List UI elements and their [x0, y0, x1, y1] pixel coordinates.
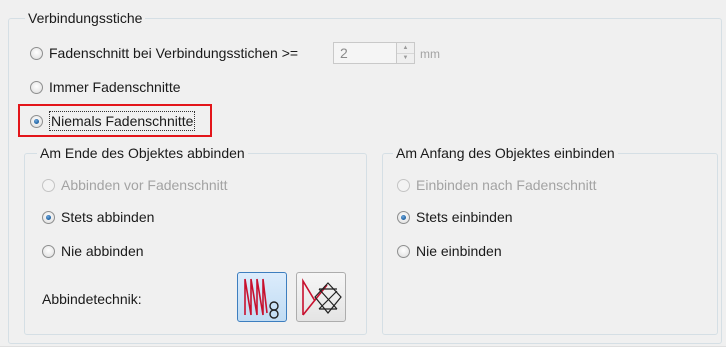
radio-label: Stets einbinden [416, 209, 513, 225]
spinner-buttons[interactable]: ▲ ▼ [397, 42, 415, 64]
radio-tie-off-before-cut: Abbinden vor Fadenschnitt [42, 176, 228, 194]
spin-up-icon[interactable]: ▲ [397, 43, 414, 53]
tie-off-cross-stitch-icon [302, 278, 342, 316]
spin-down-icon[interactable]: ▼ [397, 52, 414, 64]
radio-button-selected[interactable] [397, 210, 410, 224]
radio-never-cut[interactable]: Niemals Fadenschnitte [30, 111, 196, 131]
radio-label: Stets abbinden [61, 209, 155, 225]
radio-label: Fadenschnitt bei Verbindungsstichen >= [49, 45, 299, 61]
radio-button [42, 178, 55, 192]
radio-tie-in-after-cut: Einbinden nach Fadenschnitt [397, 176, 597, 194]
radio-label: Immer Fadenschnitte [49, 79, 181, 95]
radio-always-tie-in[interactable]: Stets einbinden [397, 208, 513, 226]
radio-label: Nie einbinden [416, 243, 502, 259]
tie-off-technique-button-2[interactable] [296, 272, 346, 322]
radio-button[interactable] [30, 80, 43, 94]
radio-button-selected[interactable] [42, 210, 55, 224]
stitch-settings-panel: Verbindungsstiche Fadenschnitt bei Verbi… [0, 0, 726, 353]
threshold-unit: mm [420, 47, 440, 61]
radio-always-cut[interactable]: Immer Fadenschnitte [30, 78, 181, 96]
radio-label: Nie abbinden [61, 243, 144, 259]
radio-always-tie-off[interactable]: Stets abbinden [42, 208, 154, 226]
radio-label: Einbinden nach Fadenschnitt [416, 177, 597, 193]
start-group-title: Am Anfang des Objektes einbinden [393, 145, 618, 161]
tie-off-technique-button-1[interactable] [237, 272, 287, 322]
threshold-input[interactable] [333, 42, 397, 64]
threshold-spinner[interactable]: ▲ ▼ [333, 42, 415, 64]
radio-label: Abbinden vor Fadenschnitt [61, 177, 228, 193]
radio-button[interactable] [30, 46, 43, 60]
radio-never-tie-off[interactable]: Nie abbinden [42, 242, 144, 260]
tie-off-zigzag-knot-icon [244, 278, 279, 319]
technique-label: Abbindetechnik: [42, 291, 142, 307]
end-group-title: Am Ende des Objektes abbinden [37, 145, 248, 161]
radio-never-tie-in[interactable]: Nie einbinden [397, 242, 502, 260]
radio-button [397, 178, 410, 192]
radio-thread-cut-threshold[interactable]: Fadenschnitt bei Verbindungsstichen >= [30, 44, 298, 62]
verbindungsstiche-group-title: Verbindungsstiche [25, 10, 146, 26]
radio-button[interactable] [397, 244, 410, 258]
radio-button-selected[interactable] [30, 114, 43, 128]
radio-button[interactable] [42, 244, 55, 258]
radio-label: Niemals Fadenschnitte [49, 111, 196, 131]
